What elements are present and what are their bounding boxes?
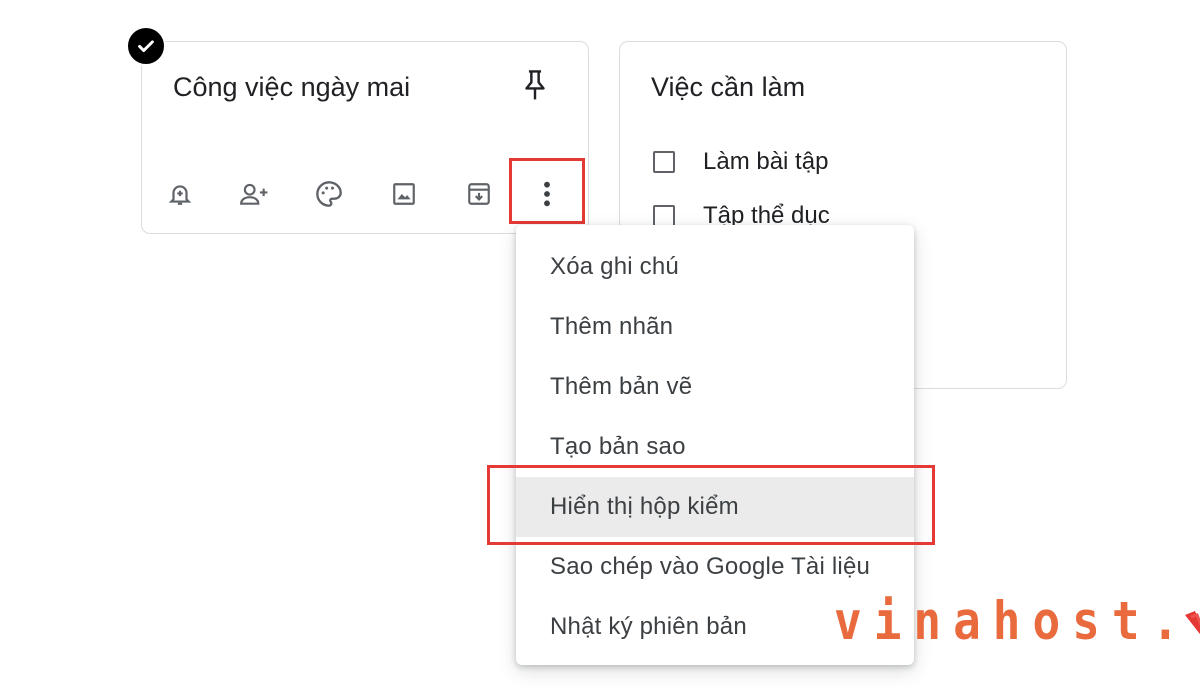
image-icon[interactable] [384,174,424,214]
checklist-item[interactable]: Làm bài tập [653,148,828,176]
checklist-item-label: Làm bài tập [703,148,829,175]
select-check-icon[interactable] [126,26,166,66]
menu-item-delete-note[interactable]: Xóa ghi chú [516,237,914,297]
remind-icon[interactable] [160,174,200,214]
note-title: Việc cần làm [651,72,806,102]
archive-icon[interactable] [459,174,499,214]
menu-item-highlight [487,465,935,545]
palette-icon[interactable] [309,174,349,214]
checkbox-icon[interactable] [653,151,675,173]
menu-item-add-drawing[interactable]: Thêm bản vẽ [516,357,914,417]
logo-text: vinahost. [834,589,1192,652]
checkbox-icon[interactable] [653,205,675,227]
pin-icon[interactable] [515,66,555,106]
vinahost-logo: vinahost. [834,577,1200,647]
note-title: Công việc ngày mai [173,72,411,102]
note-card-cong-viec[interactable]: Công việc ngày mai [141,41,589,234]
collaborator-icon[interactable] [234,174,274,214]
more-button-highlight [509,158,585,224]
menu-item-add-label[interactable]: Thêm nhãn [516,297,914,357]
